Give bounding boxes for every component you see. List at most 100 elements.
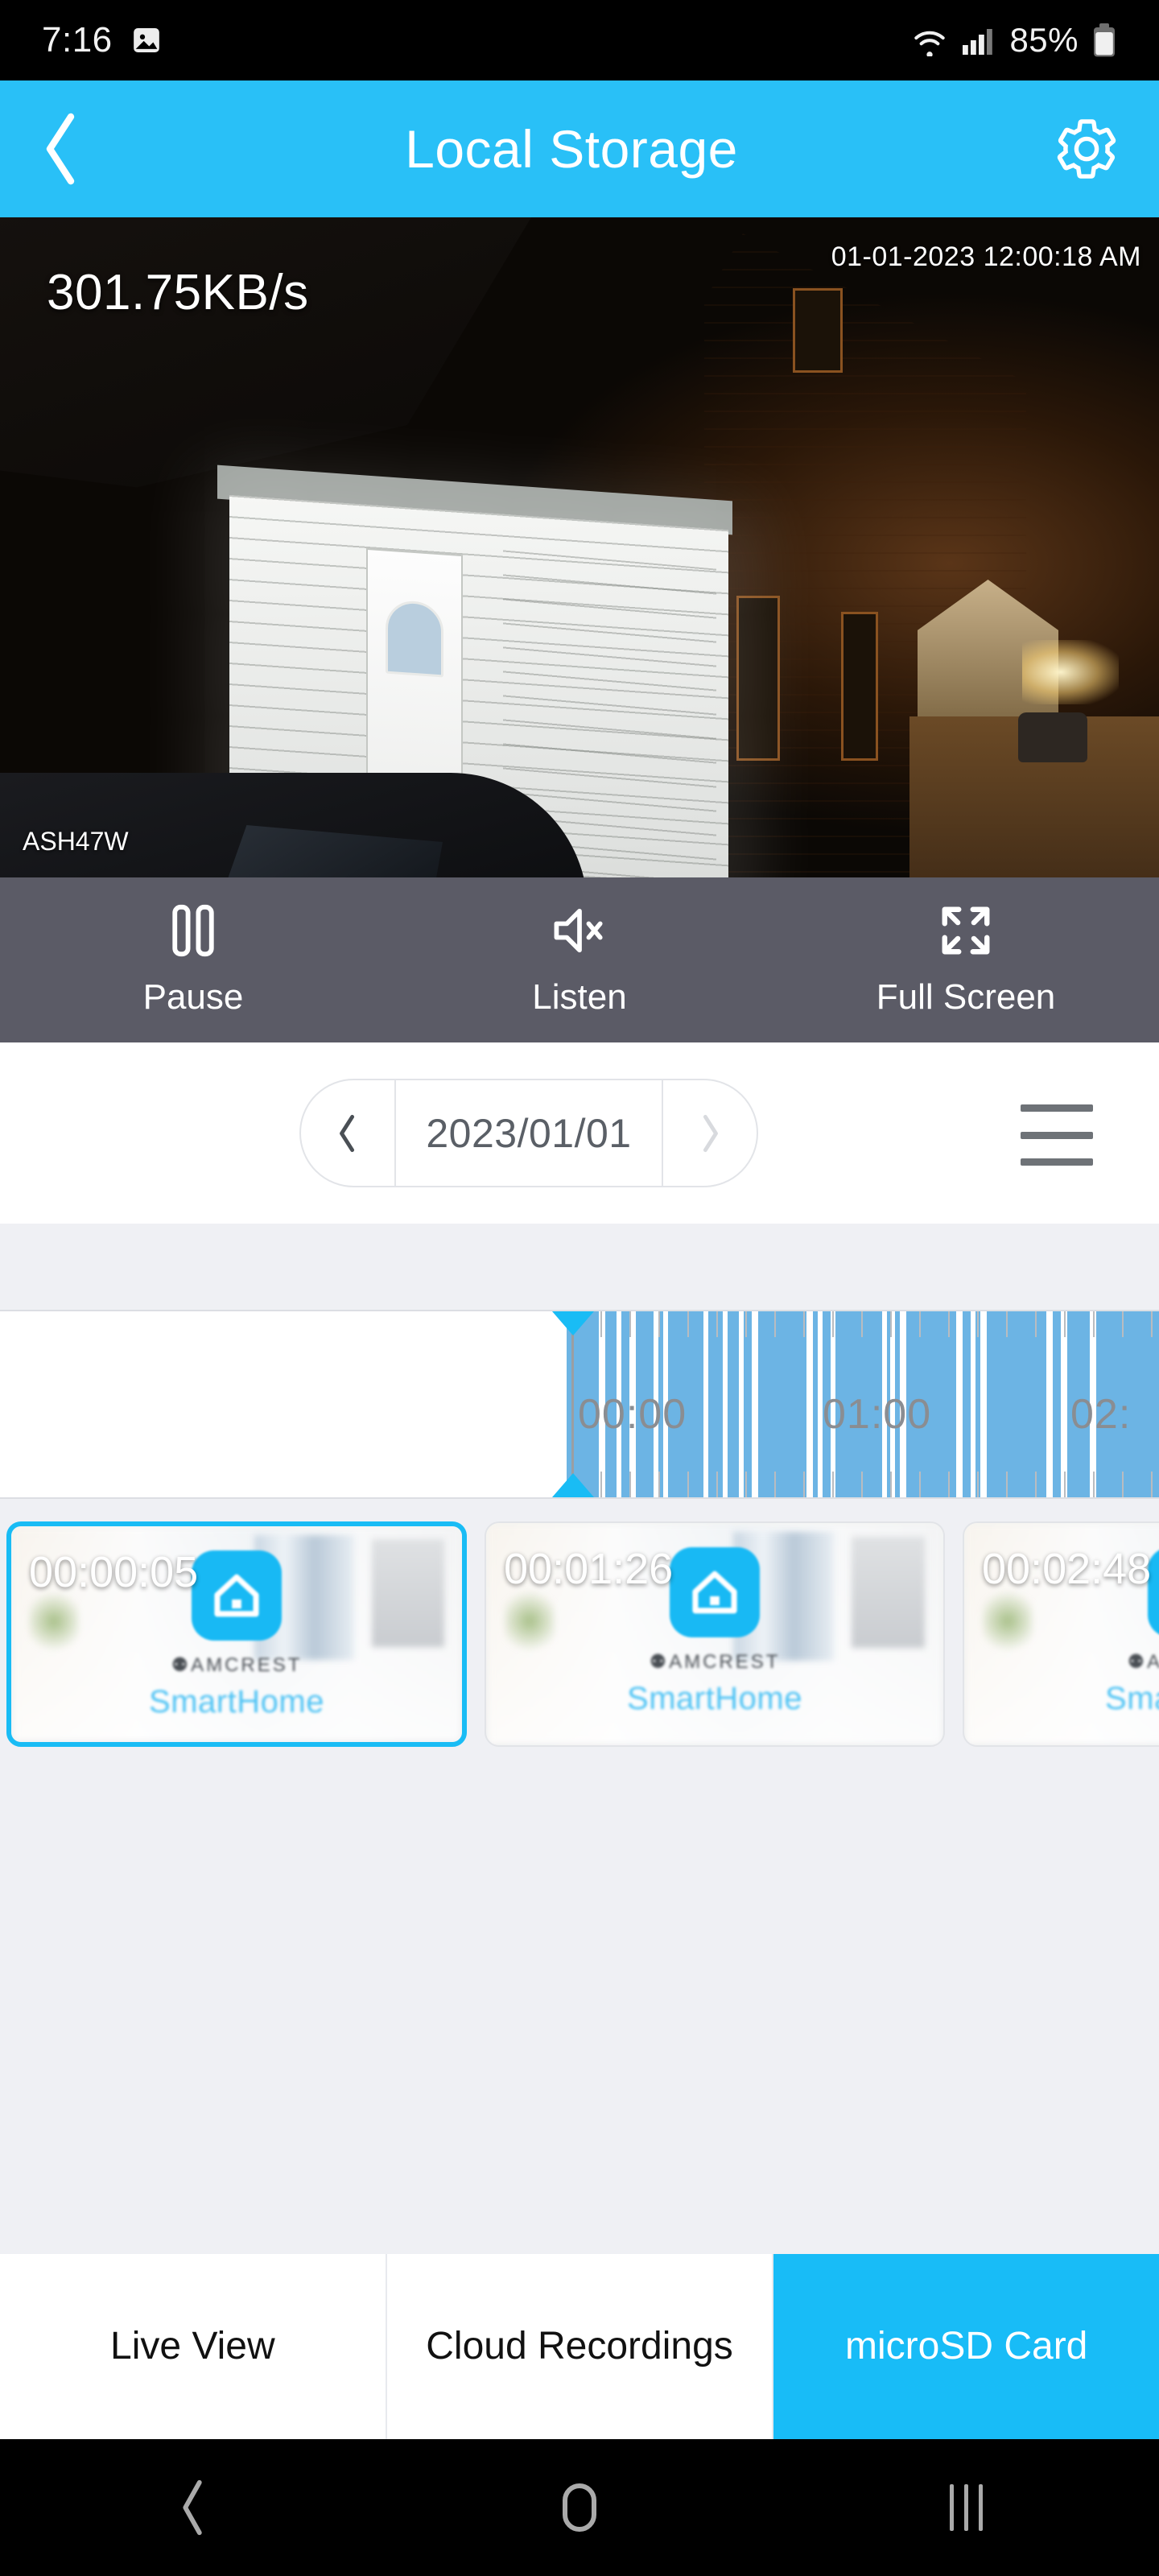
app-header: Local Storage [0,80,1159,217]
hamburger-menu-icon[interactable] [1021,1104,1093,1166]
timeline-tick [1064,1472,1066,1497]
timeline-tick [687,1311,689,1337]
pause-label: Pause [142,977,244,1017]
timeline-tick [629,1311,631,1337]
timeline-tick [658,1472,660,1497]
status-bar-left: 7:16 [42,20,163,60]
timeline-tick [861,1311,863,1337]
app-screen: 7:16 85% Local Storage 301.75KB/s 01-01-… [0,0,1159,2576]
timeline-tick [1122,1311,1124,1337]
battery-percent-label: 85% [1009,21,1079,59]
thumbnail-plant-detail [982,1585,1033,1657]
thumbnail-subbrand-label: SmartHome [627,1681,802,1716]
pause-icon [167,902,220,963]
bottom-tab-microsd-card[interactable]: microSD Card [773,2254,1159,2439]
thumbnail-time-label: 00:01:26 [504,1545,674,1593]
timeline-recording-segment [813,1311,818,1497]
nav-back-icon[interactable] [0,2478,386,2537]
status-bar-clock: 7:16 [42,20,113,60]
pause-button[interactable]: Pause [0,902,386,1018]
recording-thumbnail[interactable]: ⚉AMCREST SmartHome 00:02:48 [963,1521,1159,1747]
thumbnail-brand-label: ⚉AMCREST [649,1651,781,1673]
page-title: Local Storage [405,119,738,179]
timeline-tick [745,1311,747,1337]
thumbnail-brand-label: ⚉AMCREST [171,1654,303,1676]
timeline-tick [716,1472,718,1497]
timeline-recording-segment [708,1311,723,1497]
timeline-tick [803,1472,805,1497]
bitrate-overlay: 301.75KB/s [47,265,309,320]
timeline-tick [774,1311,776,1337]
nav-recents-icon[interactable] [773,2484,1159,2531]
camera-name-overlay: ASH47W [23,827,129,856]
timeline-tick [1035,1311,1037,1337]
gallery-image-icon [130,24,163,56]
nav-home-icon[interactable] [386,2483,773,2533]
timeline-tick [1006,1311,1008,1337]
thumbnail-shelf-detail [372,1539,444,1648]
timeline-tick [861,1472,863,1497]
timeline-tick [600,1311,602,1337]
timeline-tick [716,1311,718,1337]
listen-button[interactable]: Listen [386,902,773,1018]
timeline-tick [774,1472,776,1497]
smarthome-house-icon [670,1547,760,1637]
recording-thumbnail[interactable]: ⚉AMCREST SmartHome 00:01:26 [485,1521,945,1747]
timeline-playhead-marker[interactable] [552,1473,594,1497]
timeline-tick [803,1311,805,1337]
timeline-tick [1093,1472,1095,1497]
video-control-bar: Pause Listen Full Screen [0,877,1159,1042]
timeline-hour-label: 02: [1070,1391,1132,1438]
timeline-tick [687,1472,689,1497]
gear-icon[interactable] [1032,105,1120,193]
wifi-icon [911,24,948,56]
thumbnail-shelf-detail [852,1536,926,1648]
timeline-tick [832,1472,834,1497]
timeline-tick [1093,1311,1095,1337]
timeline-tick [948,1311,950,1337]
fullscreen-label: Full Screen [876,977,1056,1017]
timeline-tick [658,1311,660,1337]
video-timestamp-overlay: 01-01-2023 12:00:18 AM [831,242,1141,272]
timeline-recording-segment [1053,1311,1061,1497]
timeline-tick [600,1472,602,1497]
timeline-hour-label: 00:00 [578,1391,687,1438]
timeline-tick [919,1472,921,1497]
timeline-tick [1006,1472,1008,1497]
system-status-bar: 7:16 85% [0,0,1159,80]
recording-thumbnail[interactable]: ⚉AMCREST SmartHome 00:00:05 [6,1521,467,1747]
timeline-tick [629,1472,631,1497]
date-picker: 2023/01/01 [299,1079,758,1187]
timeline-tick [1151,1311,1153,1337]
thumbnail-time-label: 00:02:48 [982,1545,1152,1593]
bottom-tab-cloud-recordings[interactable]: Cloud Recordings [386,2254,774,2439]
speaker-muted-icon [547,902,612,963]
live-video-player[interactable]: 301.75KB/s 01-01-2023 12:00:18 AM ASH47W [0,217,1159,877]
thumbnail-brand-label: ⚉AMCREST [1127,1651,1159,1673]
thumbnail-subbrand-label: SmartHome [149,1684,324,1719]
timeline-recording-segment [758,1311,806,1497]
thumbnail-time-label: 00:00:05 [29,1548,199,1596]
empty-content-area [0,1755,1159,2254]
cellular-signal-icon [961,24,996,56]
fullscreen-button[interactable]: Full Screen [773,902,1159,1018]
recording-thumbnail-list[interactable]: ⚉AMCREST SmartHome 00:00:05 ⚉AMCREST SmartHo… [0,1513,1159,1755]
timeline-tick [832,1311,834,1337]
timeline-track[interactable]: 00:00 01:00 02: [0,1310,1159,1499]
bottom-tab-bar[interactable]: Live View Cloud Recordings microSD Card [0,2254,1159,2439]
next-day-button[interactable] [663,1080,757,1186]
status-bar-right: 85% [911,21,1117,60]
smarthome-house-icon [192,1550,282,1641]
prev-day-button[interactable] [301,1080,394,1186]
timeline-tick [1035,1472,1037,1497]
timeline-hour-label: 01:00 [823,1391,932,1438]
timeline-tick [1151,1472,1153,1497]
timeline-playhead-marker[interactable] [552,1311,594,1335]
selected-date-label[interactable]: 2023/01/01 [396,1080,662,1186]
timeline-tick [919,1311,921,1337]
timeline-recording-segment [963,1311,971,1497]
bottom-tab-live-view[interactable]: Live View [0,2254,387,2439]
timeline-playhead[interactable] [571,1311,574,1497]
timeline-tick [1122,1472,1124,1497]
timeline-tick [977,1311,979,1337]
